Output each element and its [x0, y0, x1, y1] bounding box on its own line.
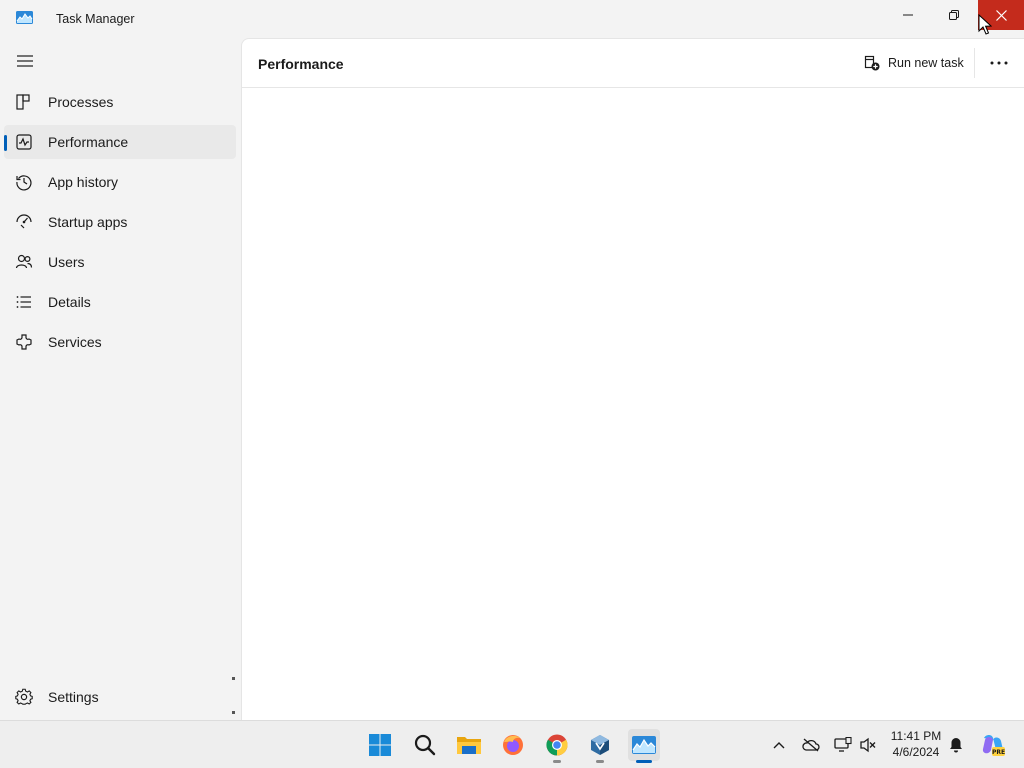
sidebar-item-details[interactable]: Details: [4, 285, 236, 319]
sidebar-item-app-history[interactable]: App history: [4, 165, 236, 199]
hamburger-icon: [17, 55, 33, 67]
sidebar-item-services[interactable]: Services: [4, 325, 236, 359]
sidebar-item-startup-apps[interactable]: Startup apps: [4, 205, 236, 239]
copilot-badge: PRE: [992, 749, 1005, 756]
start-button[interactable]: [364, 729, 396, 761]
mouse-cursor-icon: [978, 14, 992, 35]
minimize-icon: [903, 14, 913, 16]
sidebar-item-label: Services: [48, 334, 102, 350]
services-icon: [16, 334, 32, 350]
title-bar[interactable]: Task Manager: [0, 0, 1024, 38]
sidebar-item-performance[interactable]: Performance: [4, 125, 236, 159]
virtualbox-icon: [591, 735, 609, 755]
performance-icon: [16, 134, 32, 150]
sidebar-item-processes[interactable]: Processes: [4, 85, 236, 119]
more-options-button[interactable]: [984, 48, 1014, 78]
clock-date: 4/6/2024: [892, 745, 940, 759]
sidebar-item-label: Processes: [48, 94, 114, 110]
run-new-task-icon: [864, 55, 880, 71]
windows-start-icon: [369, 734, 391, 756]
details-icon: [16, 296, 31, 308]
running-indicator: [553, 760, 561, 763]
content-header: Performance Run new task: [242, 39, 1024, 88]
volume-muted-icon: [860, 737, 876, 753]
sidebar-item-label: App history: [48, 174, 119, 190]
onedrive-offline-icon: [802, 738, 820, 752]
firefox-icon: [503, 735, 523, 755]
copilot-button[interactable]: PRE: [980, 732, 1006, 758]
sidebar-item-label: Details: [48, 294, 91, 310]
run-new-task-button[interactable]: Run new task: [856, 48, 972, 78]
sidebar: Processes Performance App history Startu…: [0, 38, 240, 720]
taskbar-file-explorer[interactable]: [453, 729, 485, 761]
taskbar-virtualbox[interactable]: [584, 729, 616, 763]
chevron-up-icon: [773, 742, 785, 749]
users-icon: [15, 254, 33, 269]
taskbar-clock[interactable]: 11:41 PM 4/6/2024: [882, 728, 950, 760]
notification-button[interactable]: [946, 735, 966, 755]
sidebar-item-label: Performance: [48, 134, 129, 150]
settings-icon: [15, 688, 33, 705]
startup-icon: [16, 214, 32, 229]
sidebar-item-settings[interactable]: Settings: [4, 680, 236, 714]
task-manager-icon: [16, 11, 33, 24]
history-icon: [16, 175, 32, 191]
show-hidden-icons-button[interactable]: [769, 735, 789, 755]
restore-button[interactable]: [931, 0, 977, 30]
sidebar-item-users[interactable]: Users: [4, 245, 236, 279]
running-indicator: [636, 760, 652, 763]
tray-onedrive[interactable]: [801, 735, 821, 755]
close-icon: [995, 9, 1007, 21]
search-icon: [414, 734, 436, 756]
sidebar-item-label: Startup apps: [48, 214, 128, 230]
taskbar-search-button[interactable]: [409, 729, 441, 761]
taskbar-chrome[interactable]: [541, 729, 573, 763]
header-divider: [974, 48, 975, 78]
restore-icon: [949, 10, 959, 20]
taskbar: 11:41 PM 4/6/2024 PRE: [0, 720, 1024, 768]
sidebar-item-label: Users: [48, 254, 85, 270]
taskbar-firefox[interactable]: [497, 729, 529, 761]
copilot-icon: PRE: [982, 735, 1005, 756]
more-icon: [990, 61, 1008, 65]
bell-icon: [950, 738, 962, 753]
chrome-icon: [546, 734, 568, 756]
hamburger-button[interactable]: [14, 50, 36, 72]
running-indicator: [596, 760, 604, 763]
network-icon: [834, 737, 852, 752]
run-new-task-label: Run new task: [888, 56, 964, 70]
window-title: Task Manager: [56, 12, 135, 26]
sidebar-item-label: Settings: [48, 689, 99, 705]
main-content: Performance Run new task: [241, 38, 1024, 720]
processes-icon: [16, 94, 30, 110]
clock-time: 11:41 PM: [890, 729, 942, 743]
folder-icon: [457, 737, 481, 754]
tray-volume[interactable]: [858, 735, 878, 755]
page-title: Performance: [258, 56, 344, 72]
minimize-button[interactable]: [885, 0, 931, 30]
taskbar-task-manager[interactable]: [628, 729, 660, 763]
task-manager-icon: [632, 736, 656, 754]
tray-network[interactable]: [833, 735, 853, 755]
